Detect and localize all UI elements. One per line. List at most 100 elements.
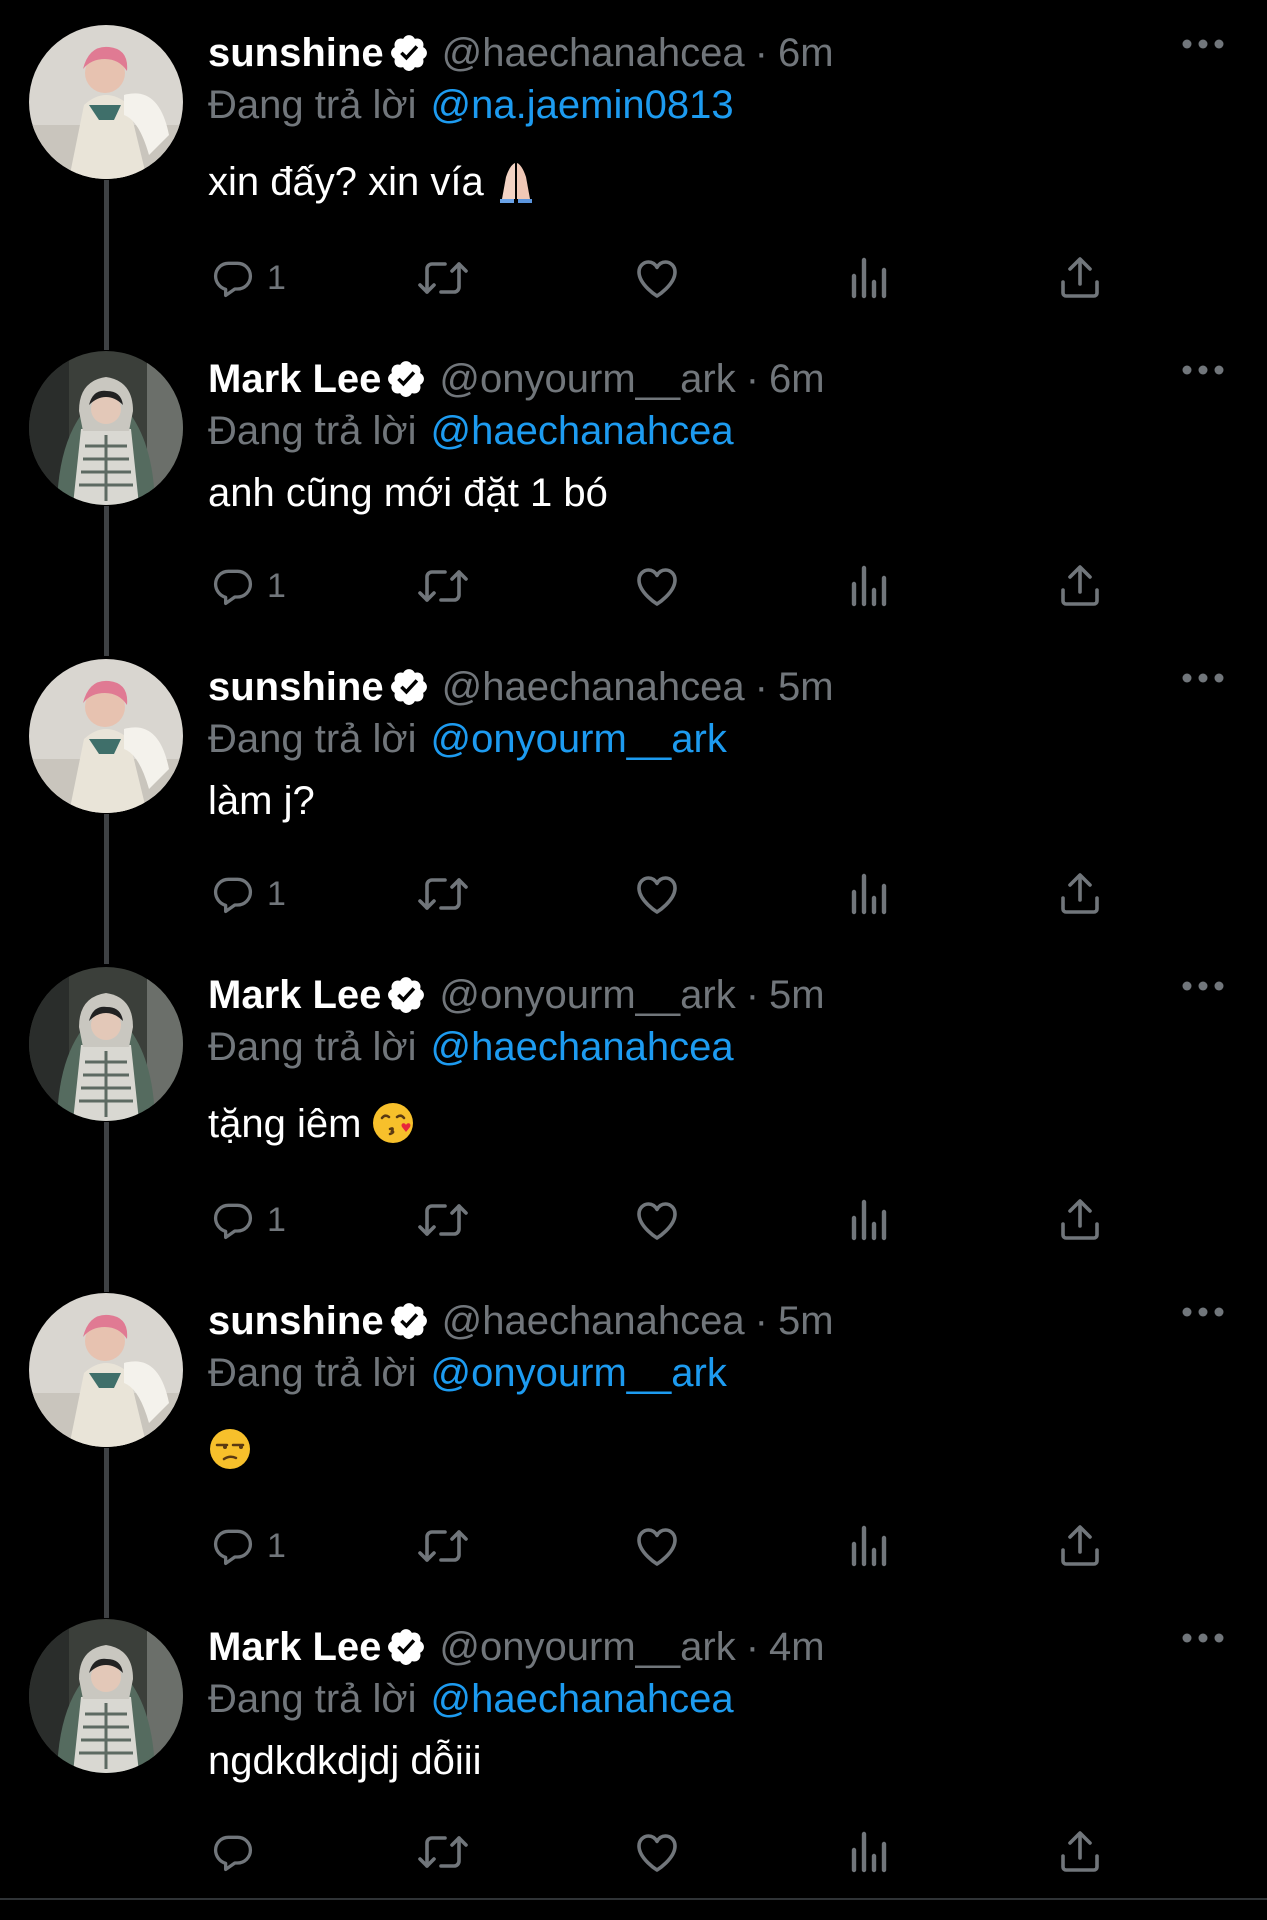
display-name[interactable]: sunshine xyxy=(208,1299,384,1344)
views-icon xyxy=(851,873,887,915)
reply-thread: sunshine @haechanahcea · 6m Đang trả lời… xyxy=(0,0,1267,1920)
retweet-button[interactable] xyxy=(416,1190,470,1250)
handle[interactable]: @onyourm__ark xyxy=(439,1625,735,1670)
avatar[interactable] xyxy=(29,25,183,179)
like-button[interactable] xyxy=(633,1190,681,1250)
handle[interactable]: @haechanahcea xyxy=(442,1299,745,1344)
separator-dot: · xyxy=(745,972,760,1017)
handle[interactable]: @haechanahcea xyxy=(442,665,745,710)
thread-connector xyxy=(104,180,109,350)
replying-to-label: Đang trả lời xyxy=(208,1677,417,1721)
reply-button[interactable]: 1 xyxy=(211,1190,286,1250)
timestamp[interactable]: 5m xyxy=(778,665,834,710)
mention-link[interactable]: @haechanahcea xyxy=(431,409,734,453)
display-name[interactable]: sunshine xyxy=(208,665,384,710)
share-button[interactable] xyxy=(1058,1190,1102,1250)
reply-count: 1 xyxy=(267,1526,286,1565)
avatar[interactable] xyxy=(29,1293,183,1447)
timestamp[interactable]: 6m xyxy=(769,357,825,402)
like-button[interactable] xyxy=(633,1516,681,1576)
like-button[interactable] xyxy=(633,1822,681,1882)
retweet-button[interactable] xyxy=(416,248,470,308)
display-name[interactable]: sunshine xyxy=(208,31,384,76)
sunshine-avatar xyxy=(29,659,183,813)
like-button[interactable] xyxy=(633,248,681,308)
tweet-text-content: tặng iêm xyxy=(208,1102,362,1146)
like-button[interactable] xyxy=(633,864,681,924)
reply-count: 1 xyxy=(267,874,286,913)
views-button[interactable] xyxy=(848,556,888,616)
views-button[interactable] xyxy=(848,1822,888,1882)
more-options-button[interactable] xyxy=(1181,34,1225,54)
timestamp[interactable]: 6m xyxy=(778,31,834,76)
views-button[interactable] xyxy=(848,1190,888,1250)
tweet-header: sunshine @haechanahcea · 5m xyxy=(208,1293,1267,1349)
heart-icon xyxy=(637,1834,677,1872)
tweet[interactable]: sunshine @haechanahcea · 5m Đang trả lời… xyxy=(0,634,1267,964)
more-icon xyxy=(1182,365,1224,375)
tweet[interactable]: Mark Lee @onyourm__ark · 6m Đang trả lời… xyxy=(0,326,1267,656)
retweet-icon xyxy=(418,570,468,602)
replying-to: Đang trả lời @na.jaemin0813 xyxy=(208,81,1267,129)
tweet-actions: 1 xyxy=(208,1516,1108,1576)
more-options-button[interactable] xyxy=(1181,976,1225,996)
avatar[interactable] xyxy=(29,1619,183,1773)
reply-button[interactable]: 1 xyxy=(211,1516,286,1576)
share-button[interactable] xyxy=(1058,248,1102,308)
mention-link[interactable]: @onyourm__ark xyxy=(431,1351,727,1395)
retweet-button[interactable] xyxy=(416,1822,470,1882)
mention-link[interactable]: @na.jaemin0813 xyxy=(431,83,734,127)
more-options-button[interactable] xyxy=(1181,668,1225,688)
views-icon xyxy=(851,1831,887,1873)
views-button[interactable] xyxy=(848,864,888,924)
share-button[interactable] xyxy=(1058,1822,1102,1882)
tweet[interactable]: Mark Lee @onyourm__ark · 4m Đang trả lời… xyxy=(0,1594,1267,1898)
reply-button[interactable] xyxy=(211,1822,267,1882)
more-options-button[interactable] xyxy=(1181,1302,1225,1322)
timestamp[interactable]: 4m xyxy=(769,1625,825,1670)
views-button[interactable] xyxy=(848,248,888,308)
avatar[interactable] xyxy=(29,351,183,505)
mention-link[interactable]: @haechanahcea xyxy=(431,1025,734,1069)
more-options-button[interactable] xyxy=(1181,1628,1225,1648)
mention-link[interactable]: @onyourm__ark xyxy=(431,717,727,761)
tweet[interactable]: sunshine @haechanahcea · 5m Đang trả lời… xyxy=(0,1268,1267,1618)
retweet-button[interactable] xyxy=(416,556,470,616)
reply-button[interactable]: 1 xyxy=(211,864,286,924)
retweet-button[interactable] xyxy=(416,1516,470,1576)
reply-button[interactable]: 1 xyxy=(211,556,286,616)
avatar[interactable] xyxy=(29,659,183,813)
tweet[interactable]: sunshine @haechanahcea · 6m Đang trả lời… xyxy=(0,0,1267,350)
share-button[interactable] xyxy=(1058,864,1102,924)
thread-connector xyxy=(104,1448,109,1618)
share-button[interactable] xyxy=(1058,556,1102,616)
more-options-button[interactable] xyxy=(1181,360,1225,380)
heart-icon xyxy=(637,876,677,914)
like-button[interactable] xyxy=(633,556,681,616)
retweet-button[interactable] xyxy=(416,864,470,924)
timestamp[interactable]: 5m xyxy=(778,1299,834,1344)
tweet-text-content: xin đấy? xin vía xyxy=(208,160,484,204)
mention-link[interactable]: @haechanahcea xyxy=(431,1677,734,1721)
tweet[interactable]: Mark Lee @onyourm__ark · 5m Đang trả lời… xyxy=(0,942,1267,1292)
tweet-content: sunshine @haechanahcea · 5m Đang trả lời… xyxy=(208,1293,1267,1475)
verified-badge-icon xyxy=(388,32,430,74)
timestamp[interactable]: 5m xyxy=(769,973,825,1018)
handle[interactable]: @haechanahcea xyxy=(442,31,745,76)
handle[interactable]: @onyourm__ark xyxy=(439,357,735,402)
display-name[interactable]: Mark Lee xyxy=(208,357,381,402)
retweet-icon xyxy=(418,262,468,294)
avatar[interactable] xyxy=(29,967,183,1121)
more-icon xyxy=(1182,1633,1224,1643)
share-icon xyxy=(1061,565,1099,606)
share-button[interactable] xyxy=(1058,1516,1102,1576)
replying-to-label: Đang trả lời xyxy=(208,409,417,453)
views-button[interactable] xyxy=(848,1516,888,1576)
display-name[interactable]: Mark Lee xyxy=(208,1625,381,1670)
tweet-actions: 1 xyxy=(208,248,1108,308)
tweet-text: tặng iêm xyxy=(208,1101,1267,1147)
handle[interactable]: @onyourm__ark xyxy=(439,973,735,1018)
reply-button[interactable]: 1 xyxy=(211,248,286,308)
display-name[interactable]: Mark Lee xyxy=(208,973,381,1018)
tweet-header: Mark Lee @onyourm__ark · 6m xyxy=(208,351,1267,407)
